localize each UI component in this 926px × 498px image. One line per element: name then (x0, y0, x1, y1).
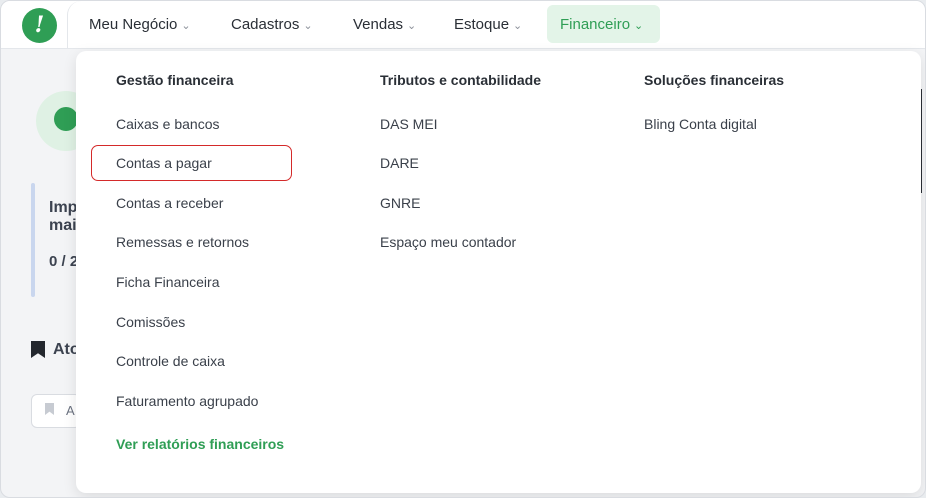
app-window: Imp mai 0 / 2 Ato A ! Meu Negócio ⌄ Cada… (0, 0, 926, 498)
chevron-down-icon: ⌄ (303, 19, 313, 32)
menu-item-faturamento-agrupado[interactable]: Faturamento agrupado (116, 393, 258, 409)
filter-chip[interactable]: A (31, 394, 81, 428)
menu-item-das-mei[interactable]: DAS MEI (380, 116, 438, 132)
financeiro-dropdown-menu: Gestão financeira Caixas e bancos Contas… (76, 51, 921, 493)
nav-meu-negocio[interactable]: Meu Negócio ⌄ (76, 5, 204, 43)
nav-cadastros[interactable]: Cadastros ⌄ (218, 5, 326, 43)
chevron-down-icon: ⌄ (407, 19, 417, 32)
card-title-fragment: Imp (49, 199, 78, 216)
menu-item-ficha-financeira[interactable]: Ficha Financeira (116, 274, 220, 290)
chevron-down-icon: ⌄ (513, 19, 523, 32)
nav-label: Meu Negócio (89, 15, 178, 33)
bookmark-icon (45, 403, 54, 415)
menu-item-contas-pagar[interactable]: Contas a pagar (116, 155, 212, 171)
report-link[interactable]: Ver relatórios financeiros (116, 436, 284, 452)
column-title-gestao: Gestão financeira (116, 72, 234, 88)
menu-item-remessas-retornos[interactable]: Remessas e retornos (116, 234, 249, 250)
menu-item-dare[interactable]: DARE (380, 155, 419, 171)
bookmark-icon (31, 341, 45, 358)
top-navbar: ! Meu Negócio ⌄ Cadastros ⌄ Vendas ⌄ Est… (1, 1, 925, 49)
nav-label: Cadastros (231, 15, 300, 33)
nav-estoque[interactable]: Estoque ⌄ (441, 5, 535, 43)
card-accent-bar (31, 183, 35, 297)
menu-item-caixas-bancos[interactable]: Caixas e bancos (116, 116, 220, 132)
nav-label: Estoque (454, 15, 510, 33)
chevron-down-icon: ⌄ (181, 19, 191, 32)
nav-label: Financeiro (560, 15, 631, 33)
nav-financeiro[interactable]: Financeiro ⌄ (547, 5, 660, 43)
progress-counter: 0 / 2 (49, 253, 79, 270)
chevron-down-icon: ⌄ (634, 19, 644, 32)
filter-chip-label: A (66, 403, 75, 418)
logo[interactable]: ! (22, 8, 57, 43)
menu-item-bling-conta[interactable]: Bling Conta digital (644, 116, 757, 132)
card-title-fragment-2: mai (49, 217, 77, 234)
menu-item-comissoes[interactable]: Comissões (116, 314, 185, 330)
column-title-solucoes: Soluções financeiras (644, 72, 785, 88)
column-title-tributos: Tributos e contabilidade (380, 72, 542, 88)
nav-label: Vendas (353, 15, 404, 33)
nav-vendas[interactable]: Vendas ⌄ (340, 5, 429, 43)
menu-item-gnre[interactable]: GNRE (380, 195, 420, 211)
menu-item-controle-caixa[interactable]: Controle de caixa (116, 353, 225, 369)
menu-item-contas-receber[interactable]: Contas a receber (116, 195, 223, 211)
menu-item-espaco-contador[interactable]: Espaço meu contador (380, 234, 516, 250)
